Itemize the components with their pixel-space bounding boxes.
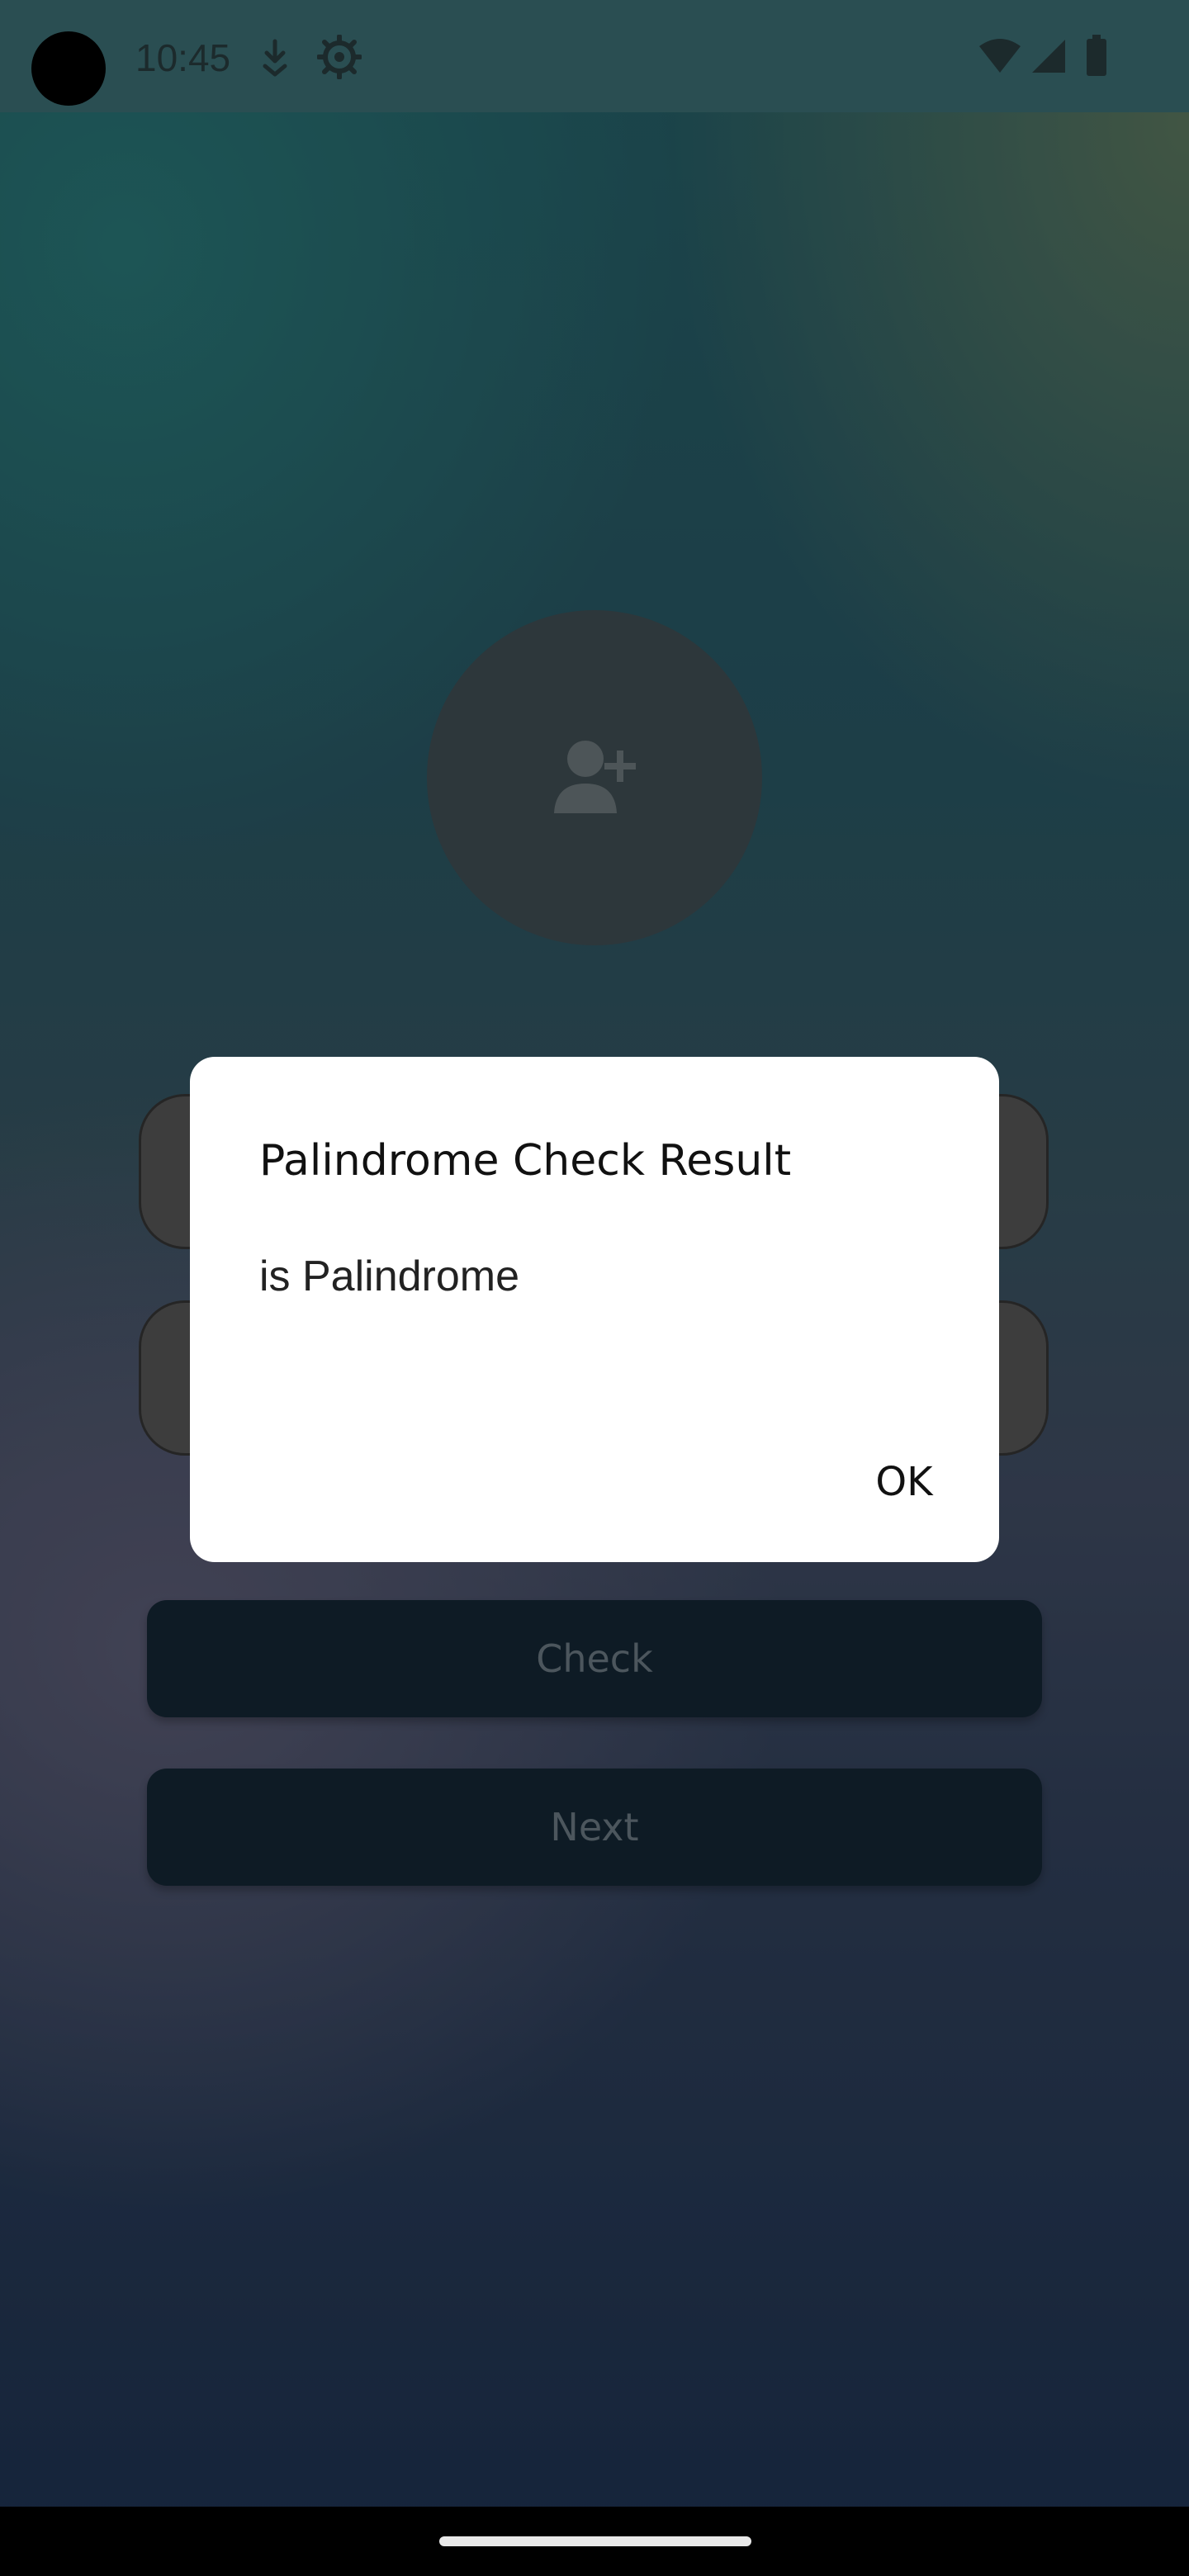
download-icon — [261, 38, 289, 82]
status-bar: 10:45 — [0, 0, 1189, 112]
navigation-bar — [0, 2507, 1189, 2576]
dialog-message: is Palindrome — [259, 1252, 520, 1300]
settings-icon — [316, 34, 362, 83]
dialog-title: Palindrome Check Result — [259, 1136, 792, 1186]
app-screen: 10:45 Check Next Palindrome Check Result… — [0, 0, 1189, 2576]
ok-button[interactable]: OK — [826, 1437, 983, 1527]
wifi-icon — [978, 38, 1022, 78]
signal-icon — [1030, 38, 1067, 78]
battery-icon — [1085, 35, 1108, 82]
camera-cutout — [31, 31, 106, 106]
result-dialog: Palindrome Check Result is Palindrome OK — [190, 1057, 999, 1562]
home-indicator[interactable] — [439, 2536, 751, 2546]
status-time: 10:45 — [135, 36, 231, 79]
